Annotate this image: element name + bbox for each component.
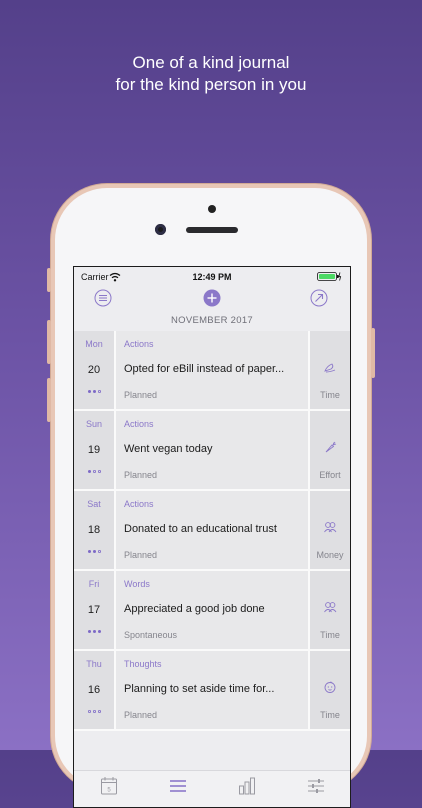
proximity-sensor xyxy=(208,205,216,213)
tab-settings[interactable] xyxy=(281,771,350,807)
tab-bar: 5 xyxy=(74,770,350,807)
entry-status: Planned xyxy=(124,710,158,720)
entry-title: Planning to set aside time for... xyxy=(124,683,275,695)
battery-icon xyxy=(317,272,342,281)
group-icon xyxy=(324,602,337,613)
volume-down-button xyxy=(47,378,51,422)
entry-day: Thu xyxy=(86,659,102,669)
month-label: NOVEMBER 2017 xyxy=(170,315,254,326)
entry-date-column: Sat 18 xyxy=(74,491,116,569)
status-bar: Carrier 12:49 PM xyxy=(74,267,350,287)
tab-list[interactable] xyxy=(143,771,212,807)
entry-date-column: Fri 17 xyxy=(74,571,116,649)
list-menu-icon[interactable] xyxy=(94,289,112,307)
earpiece-speaker xyxy=(186,227,238,233)
headline-line-1: One of a kind journal xyxy=(132,53,290,72)
group-icon xyxy=(324,522,337,533)
entry-row[interactable]: Fri 17 Words Appreciated a good job done… xyxy=(74,571,350,651)
entry-title: Donated to an educational trust xyxy=(124,523,277,535)
entry-type-label: Time xyxy=(320,390,340,400)
entry-date: 17 xyxy=(87,604,101,616)
app-screen: Carrier 12:49 PM NOVEMBER 2017 Mon 20 Ac… xyxy=(73,266,351,808)
entry-date: 19 xyxy=(87,444,101,456)
rating-dots xyxy=(74,390,114,393)
sliders-icon xyxy=(307,779,324,793)
entry-status: Planned xyxy=(124,470,158,480)
entry-day: Mon xyxy=(85,339,103,349)
rating-dots xyxy=(74,710,114,713)
entry-category: Actions xyxy=(124,419,154,429)
nav-bar xyxy=(74,287,350,311)
add-plus-icon[interactable] xyxy=(203,289,221,307)
entry-status: Planned xyxy=(124,390,158,400)
entry-type-label: Time xyxy=(320,630,340,640)
tab-calendar[interactable]: 5 xyxy=(74,771,143,807)
entry-date-column: Thu 16 xyxy=(74,651,116,729)
entry-row[interactable]: Sun 19 Actions Went vegan today Planned … xyxy=(74,411,350,491)
entry-date: 18 xyxy=(87,524,101,536)
entry-row[interactable]: Thu 16 Thoughts Planning to set aside ti… xyxy=(74,651,350,731)
entry-list: Mon 20 Actions Opted for eBill instead o… xyxy=(74,331,350,731)
entry-type-column: Time xyxy=(308,651,350,729)
mute-switch xyxy=(47,268,51,292)
power-button xyxy=(371,328,375,378)
list-icon xyxy=(169,780,186,792)
entry-type-column: Effort xyxy=(308,411,350,489)
headline-line-2: for the kind person in you xyxy=(115,75,307,94)
entry-title: Appreciated a good job done xyxy=(124,603,265,615)
entry-category: Actions xyxy=(124,499,154,509)
entry-content: Actions Opted for eBill instead of paper… xyxy=(116,331,308,409)
leaf-hand-icon xyxy=(324,363,336,373)
baby-icon xyxy=(324,681,336,693)
entry-day: Sat xyxy=(87,499,101,509)
entry-title: Went vegan today xyxy=(124,443,213,455)
entry-status: Planned xyxy=(124,550,158,560)
entry-type-column: Money xyxy=(308,491,350,569)
entry-date-column: Sun 19 xyxy=(74,411,116,489)
entry-content: Thoughts Planning to set aside time for.… xyxy=(116,651,308,729)
carrot-icon xyxy=(325,441,337,453)
rating-dots xyxy=(74,630,114,633)
entry-type-label: Money xyxy=(316,550,344,560)
entry-day: Sun xyxy=(85,419,102,429)
calendar-icon: 5 xyxy=(100,777,117,795)
bar-chart-icon xyxy=(238,777,255,795)
tab-stats[interactable] xyxy=(212,771,281,807)
entry-type-column: Time xyxy=(308,571,350,649)
entry-category: Words xyxy=(124,579,150,589)
entry-category: Actions xyxy=(124,339,154,349)
entry-row[interactable]: Sat 18 Actions Donated to an educational… xyxy=(74,491,350,571)
entry-type-label: Effort xyxy=(319,470,341,480)
entry-status: Spontaneous xyxy=(124,630,178,640)
entry-type-column: Time xyxy=(308,331,350,409)
entry-category: Thoughts xyxy=(124,659,162,669)
entry-content: Actions Donated to an educational trust … xyxy=(116,491,308,569)
front-camera xyxy=(155,224,166,235)
entry-row[interactable]: Mon 20 Actions Opted for eBill instead o… xyxy=(74,331,350,411)
rating-dots xyxy=(74,550,114,553)
rating-dots xyxy=(74,470,114,473)
entry-content: Words Appreciated a good job done Sponta… xyxy=(116,571,308,649)
phone-frame: Carrier 12:49 PM NOVEMBER 2017 Mon 20 Ac… xyxy=(47,188,375,808)
volume-up-button xyxy=(47,320,51,364)
entry-date: 16 xyxy=(87,684,101,696)
entry-date: 20 xyxy=(87,364,101,376)
entry-type-label: Time xyxy=(320,710,340,720)
entry-title: Opted for eBill instead of paper... xyxy=(124,363,285,375)
calendar-badge: 5 xyxy=(107,788,111,794)
entry-content: Actions Went vegan today Planned xyxy=(116,411,308,489)
status-time: 12:49 PM xyxy=(192,272,232,282)
arrow-up-right-icon[interactable] xyxy=(310,289,328,307)
entry-day: Fri xyxy=(88,579,100,589)
entry-date-column: Mon 20 xyxy=(74,331,116,409)
